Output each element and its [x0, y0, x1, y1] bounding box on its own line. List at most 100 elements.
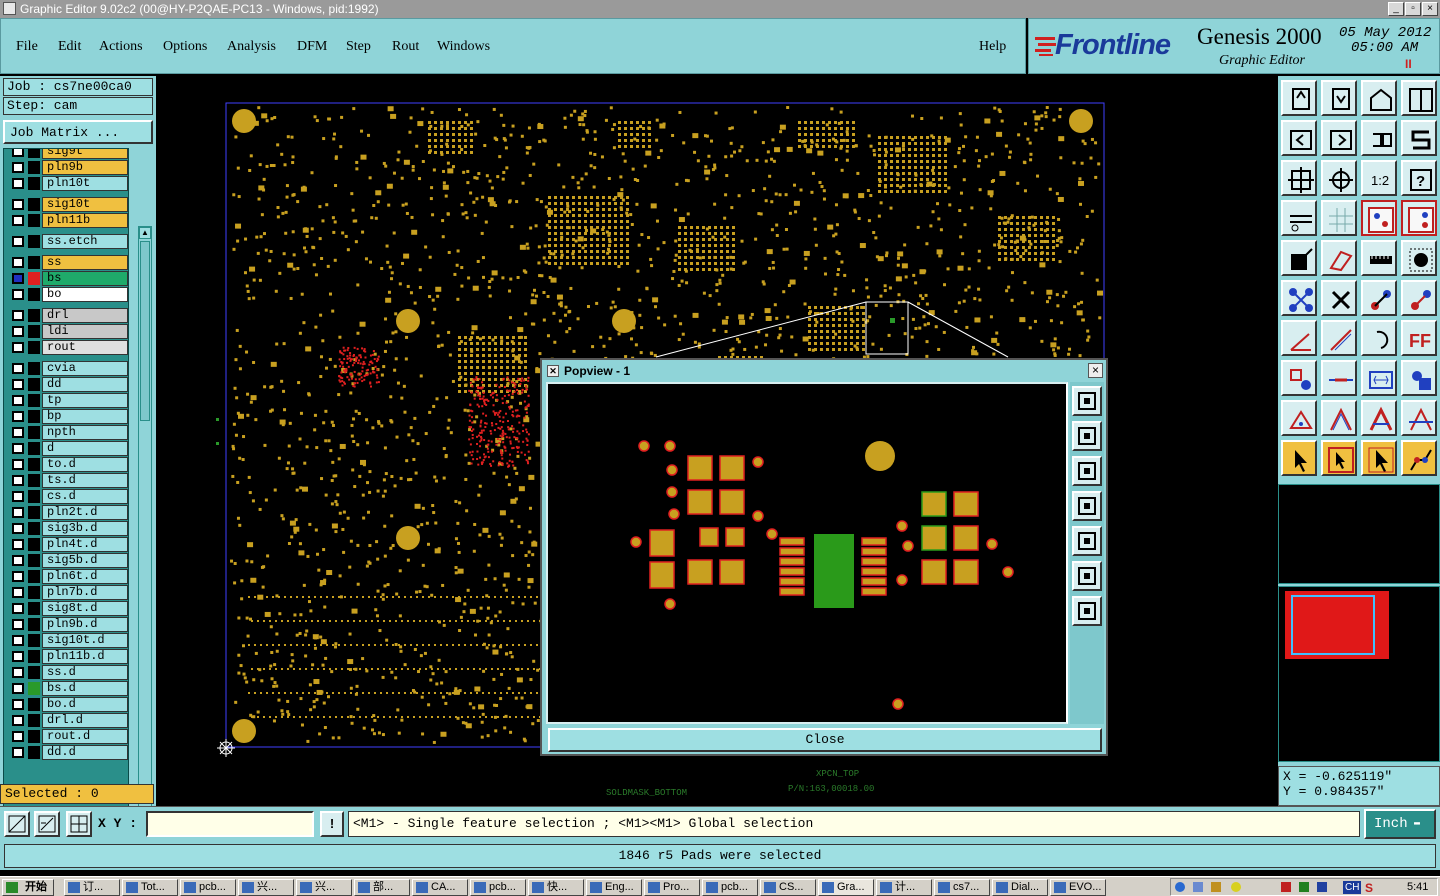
split-view-button[interactable] [1401, 80, 1437, 116]
overview-viewport[interactable] [1291, 595, 1375, 655]
move-feature-button[interactable] [1361, 280, 1397, 316]
layer-name[interactable]: npth [42, 425, 128, 440]
layer-row[interactable]: cs.d [6, 489, 128, 504]
layer-checkbox[interactable] [12, 273, 24, 284]
zoom-center-button[interactable] [1321, 160, 1357, 196]
layer-checkbox[interactable] [12, 523, 24, 534]
menu-file[interactable]: File [16, 39, 38, 55]
layer-name[interactable]: sig10t [42, 197, 128, 212]
layer-name[interactable]: sig9t [42, 149, 128, 159]
layer-checkbox[interactable] [12, 236, 24, 247]
layer-checkbox[interactable] [12, 459, 24, 470]
taskbar-item[interactable]: cs7... [934, 879, 990, 896]
taskbar-item[interactable]: 部... [354, 879, 410, 896]
layer-row[interactable]: bo.d [6, 697, 128, 712]
snap-tool-button[interactable] [4, 811, 30, 837]
cross-area-button[interactable] [1401, 400, 1437, 436]
close-window-button[interactable]: × [1422, 2, 1438, 16]
layer-checkbox[interactable] [12, 149, 24, 157]
layer-row[interactable]: sig3b.d [6, 521, 128, 536]
layer-name[interactable]: pln9b [42, 160, 128, 175]
route-tool-button[interactable] [1401, 440, 1437, 476]
measure-width-button[interactable] [1361, 360, 1397, 396]
layer-name[interactable]: dd.d [42, 745, 128, 760]
layer-checkbox[interactable] [12, 178, 24, 189]
popview-pan-right-button[interactable] [1072, 526, 1102, 556]
net-select-button[interactable] [1401, 200, 1437, 236]
layer-checkbox[interactable] [12, 731, 24, 742]
layer-name[interactable]: cs.d [42, 489, 128, 504]
layer-row[interactable]: pln11b [6, 213, 128, 228]
tray-blue-icon[interactable] [1317, 882, 1327, 892]
popview-close-button[interactable]: Close [548, 728, 1102, 752]
layer-name[interactable]: pln9b.d [42, 617, 128, 632]
taskbar-item[interactable]: CA... [412, 879, 468, 896]
taskbar-item[interactable]: 兴... [296, 879, 352, 896]
layer-checkbox[interactable] [12, 507, 24, 518]
menu-analysis[interactable]: Analysis [227, 39, 276, 55]
layer-name[interactable]: pln11b [42, 213, 128, 228]
layer-name[interactable]: d [42, 441, 128, 456]
layer-row[interactable]: pln10t [6, 176, 128, 191]
taskbar-item[interactable]: pcb... [180, 879, 236, 896]
taskbar-item[interactable]: CS... [760, 879, 816, 896]
layer-checkbox[interactable] [12, 699, 24, 710]
layer-name[interactable]: dd [42, 377, 128, 392]
layer-name[interactable]: to.d [42, 457, 128, 472]
layer-checkbox[interactable] [12, 395, 24, 406]
connect-pads-button[interactable] [1281, 280, 1317, 316]
rotate-view-button[interactable] [1361, 120, 1397, 156]
menu-options[interactable]: Options [163, 39, 207, 55]
layer-checkbox[interactable] [12, 603, 24, 614]
layer-checkbox[interactable] [12, 215, 24, 226]
layer-checkbox[interactable] [12, 443, 24, 454]
layer-row[interactable]: sig10t.d [6, 633, 128, 648]
layer-row[interactable]: npth [6, 425, 128, 440]
taskbar-item[interactable]: 订... [64, 879, 120, 896]
layer-name[interactable]: tp [42, 393, 128, 408]
clock-app-icon[interactable] [1231, 882, 1241, 892]
layer-checkbox[interactable] [12, 667, 24, 678]
layer-name[interactable]: pln6t.d [42, 569, 128, 584]
pause-indicator[interactable]: II [1405, 57, 1412, 71]
layer-checkbox[interactable] [12, 199, 24, 210]
delete-feature-button[interactable] [1321, 280, 1357, 316]
layer-list-scrollbar[interactable]: ▲ ▼ [138, 226, 152, 856]
net-tool-button[interactable] [1361, 200, 1397, 236]
layer-row[interactable]: pln11b.d [6, 649, 128, 664]
layer-row[interactable]: bo [6, 287, 128, 302]
layer-row[interactable]: d [6, 441, 128, 456]
layer-row[interactable]: rout.d [6, 729, 128, 744]
popview-center-button[interactable] [1072, 596, 1102, 626]
layer-name[interactable]: pln11b.d [42, 649, 128, 664]
layer-checkbox[interactable] [12, 747, 24, 758]
layer-row[interactable]: ss.d [6, 665, 128, 680]
zoom-home-button[interactable] [1281, 80, 1317, 116]
zoom-in-step-button[interactable] [1321, 80, 1357, 116]
layer-name[interactable]: pln10t [42, 176, 128, 191]
layer-checkbox[interactable] [12, 162, 24, 173]
layer-name[interactable]: sig10t.d [42, 633, 128, 648]
layer-row[interactable]: pln4t.d [6, 537, 128, 552]
pan-left-button[interactable] [1281, 120, 1317, 156]
cut-line-button[interactable] [1321, 360, 1357, 396]
layer-row[interactable]: cvia [6, 361, 128, 376]
layer-name[interactable]: drl.d [42, 713, 128, 728]
layer-checkbox[interactable] [12, 411, 24, 422]
popview-fit-button[interactable] [1072, 386, 1102, 416]
popview-title-bar[interactable]: ✕ Popview - 1 × [544, 362, 1104, 380]
layer-checkbox[interactable] [12, 587, 24, 598]
snap-mode-button[interactable] [1401, 120, 1437, 156]
layer-row[interactable]: pln6t.d [6, 569, 128, 584]
popview-canvas[interactable] [546, 382, 1068, 724]
menu-dfm[interactable]: DFM [297, 39, 327, 55]
outline-area-button[interactable] [1321, 400, 1357, 436]
layer-checkbox[interactable] [12, 683, 24, 694]
grid-toggle-button[interactable] [1321, 200, 1357, 236]
ie-icon[interactable] [1175, 882, 1185, 892]
copy-feature-button[interactable] [1401, 280, 1437, 316]
layer-checkbox[interactable] [12, 257, 24, 268]
menu-step[interactable]: Step [346, 39, 371, 55]
input-method-icon[interactable]: S [1365, 881, 1373, 895]
layer-checkbox[interactable] [12, 715, 24, 726]
